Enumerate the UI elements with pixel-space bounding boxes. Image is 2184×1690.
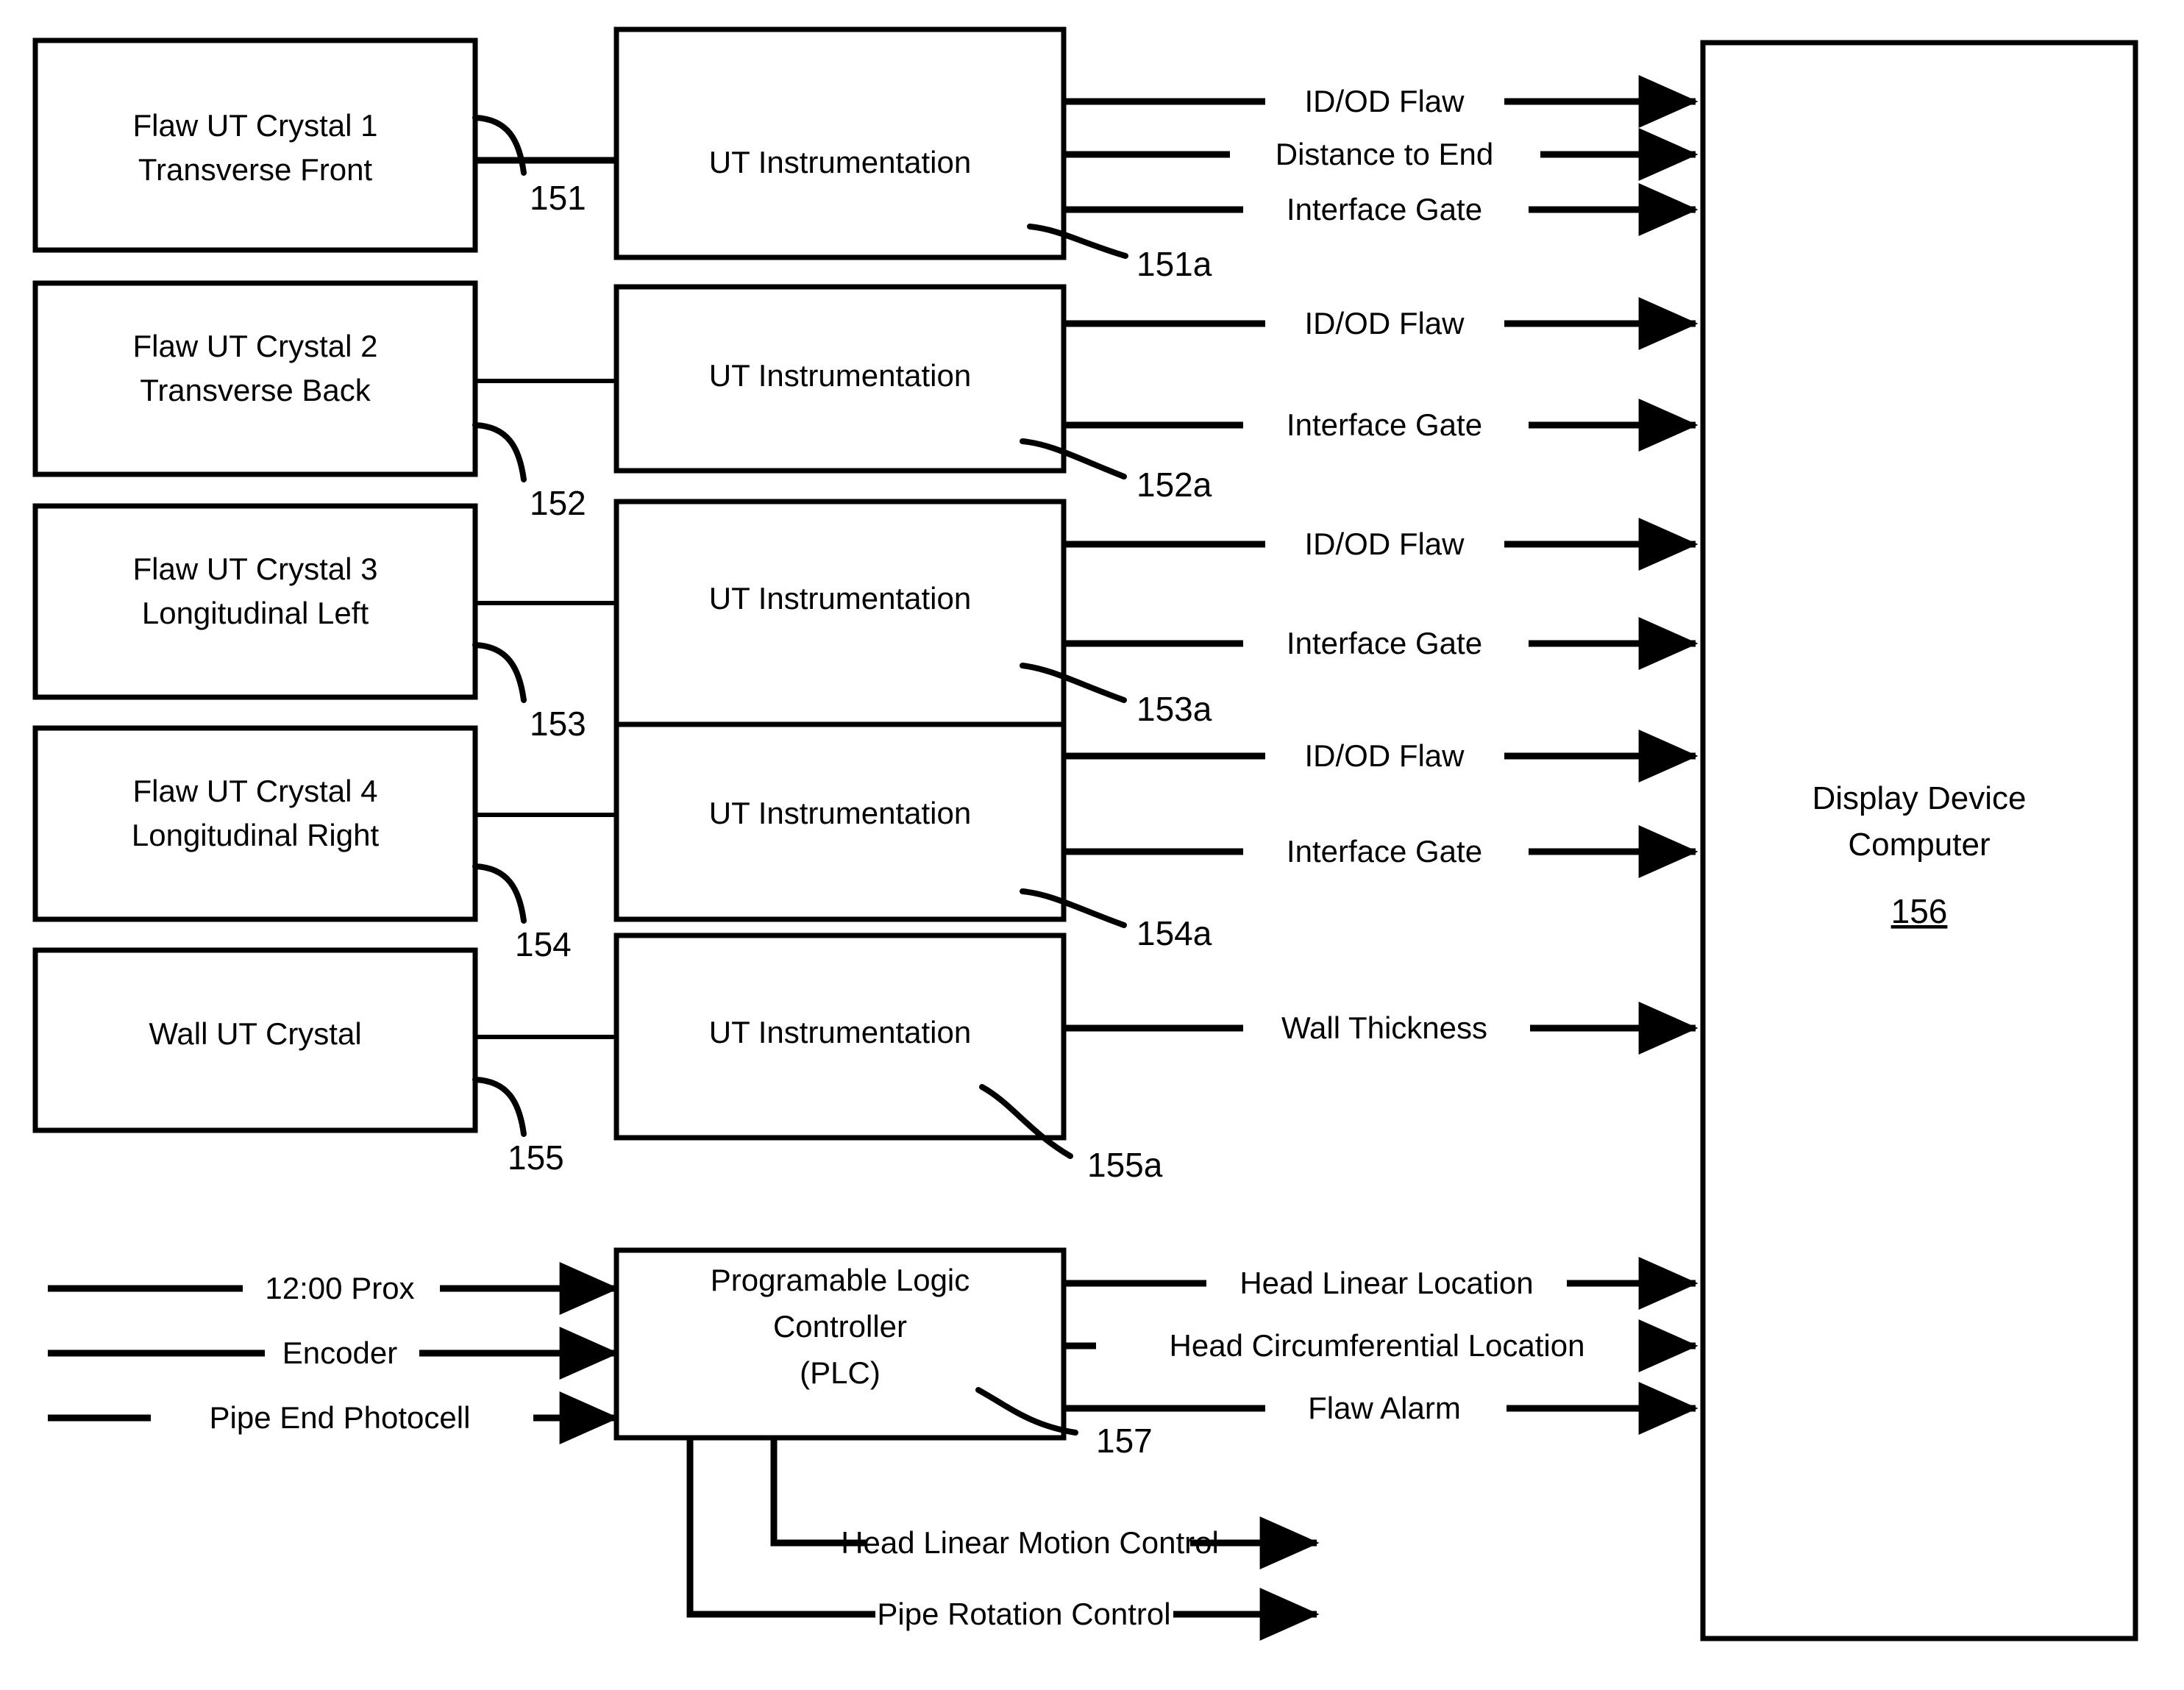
sensor-box-1-line1: Flaw UT Crystal 1 [133,108,378,143]
sensor-box-1-line2: Transverse Front [138,152,373,187]
signal-label-interface-gate-1: Interface Gate [1287,192,1482,227]
sensor-box-2-line1: Flaw UT Crystal 2 [133,329,378,363]
plc-control-label-pipe-rotation: Pipe Rotation Control [877,1597,1170,1631]
instrument-box-3: UT Instrumentation [613,499,1067,734]
signal-label-wall-thickness: Wall Thickness [1281,1010,1487,1045]
lead-curve-154 [472,863,527,924]
signal-label-distance-to-end: Distance to End [1276,137,1494,171]
lead-curve-153 [472,642,527,703]
ref-number-155: 155 [508,1138,564,1177]
instrument-box-2: UT Instrumentation [613,284,1067,474]
signal-row-id-od-flaw-1: ID/OD Flaw [1064,75,1699,128]
sensor-box-4-line1: Flaw UT Crystal 4 [133,774,378,808]
ref-number-151a: 151a [1137,245,1212,283]
signal-row-interface-gate-4: Interface Gate [1064,825,1699,878]
ref-number-152a: 152a [1137,466,1212,504]
signal-label-id-od-flaw-1: ID/OD Flaw [1304,84,1465,118]
sensor-box-5: Wall UT Crystal [32,947,478,1133]
ut-inspection-block-diagram: Flaw UT Crystal 1 Transverse Front 151 F… [0,0,2184,1690]
ref-number-153: 153 [530,705,586,743]
lead-curve-155 [472,1077,527,1137]
signal-label-id-od-flaw-3: ID/OD Flaw [1304,527,1465,561]
ref-number-157: 157 [1096,1422,1153,1460]
signal-row-interface-gate-3: Interface Gate [1064,617,1699,670]
signal-row-id-od-flaw-3: ID/OD Flaw [1064,518,1699,571]
display-device-ref: 156 [1891,892,1948,930]
signal-label-interface-gate-2: Interface Gate [1287,407,1482,442]
ref-number-154: 154 [515,925,572,963]
instrument-box-1-label: UT Instrumentation [709,145,971,179]
plc-input-label-pipe-end-photocell: Pipe End Photocell [210,1400,471,1435]
lead-curve-151 [472,115,527,176]
plc-input-encoder: Encoder [48,1327,619,1380]
plc-input-label-encoder: Encoder [282,1336,397,1370]
sensor-box-1: Flaw UT Crystal 1 Transverse Front [32,38,478,253]
sensor-box-3-line1: Flaw UT Crystal 3 [133,552,378,586]
plc-line2: Controller [773,1309,907,1344]
plc-output-label-flaw-alarm: Flaw Alarm [1308,1391,1461,1425]
instrument-box-4-label: UT Instrumentation [709,796,971,830]
instrument-box-4: UT Instrumentation [613,721,1067,922]
sensor-box-4: Flaw UT Crystal 4 Longitudinal Right [32,725,478,922]
signal-label-id-od-flaw-4: ID/OD Flaw [1304,738,1465,773]
ref-number-155a: 155a [1087,1146,1163,1184]
signal-row-distance-to-end: Distance to End [1064,128,1699,181]
ref-number-152: 152 [530,484,586,522]
instrument-box-1: UT Instrumentation [613,26,1067,260]
plc-output-label-head-linear-location: Head Linear Location [1239,1266,1533,1300]
plc-input-label-12-prox: 12:00 Prox [265,1271,414,1305]
lead-curve-152 [472,422,527,482]
signal-label-interface-gate-4: Interface Gate [1287,834,1482,869]
plc-line1: Programable Logic [711,1263,970,1297]
signal-row-wall-thickness: Wall Thickness [1064,1002,1699,1055]
sensor-box-2-line2: Transverse Back [140,373,371,407]
sensor-box-2: Flaw UT Crystal 2 Transverse Back [32,280,478,477]
signal-label-id-od-flaw-2: ID/OD Flaw [1304,306,1465,341]
signal-row-interface-gate-1: Interface Gate [1064,183,1699,236]
instrument-box-5-label: UT Instrumentation [709,1015,971,1049]
ref-number-153a: 153a [1137,690,1212,728]
plc-input-12-prox: 12:00 Prox [48,1262,619,1315]
sensor-box-4-line2: Longitudinal Right [132,818,380,852]
instrument-box-3-label: UT Instrumentation [709,581,971,616]
plc-control-label-head-linear-motion: Head Linear Motion Control [841,1525,1219,1560]
signal-label-interface-gate-3: Interface Gate [1287,626,1482,660]
signal-row-id-od-flaw-2: ID/OD Flaw [1064,297,1699,350]
display-device-line1: Display Device [1813,780,2027,816]
instrument-box-5: UT Instrumentation [613,933,1067,1141]
plc-output-flaw-alarm: Flaw Alarm [1064,1382,1699,1435]
plc-input-pipe-end-photocell: Pipe End Photocell [48,1391,619,1444]
plc-output-label-head-circumferential-location: Head Circumferential Location [1170,1328,1585,1363]
plc-output-head-linear-location: Head Linear Location [1064,1257,1699,1310]
signal-row-id-od-flaw-4: ID/OD Flaw [1064,730,1699,782]
signal-row-interface-gate-2: Interface Gate [1064,399,1699,452]
ref-number-154a: 154a [1137,914,1212,952]
sensor-box-5-line1: Wall UT Crystal [149,1016,361,1051]
sensor-box-3: Flaw UT Crystal 3 Longitudinal Left [32,503,478,700]
plc-box: Programable Logic Controller (PLC) [613,1247,1067,1441]
ref-number-151: 151 [530,179,586,217]
sensor-box-3-line2: Longitudinal Left [142,596,369,630]
plc-control-head-linear-motion: Head Linear Motion Control [770,1438,1320,1569]
plc-line3: (PLC) [800,1355,881,1390]
display-device-line2: Computer [1848,827,1990,863]
plc-output-head-circumferential-location: Head Circumferential Location [1064,1319,1699,1372]
display-device-computer-box: Display Device Computer 156 [1700,40,2138,1641]
instrument-box-2-label: UT Instrumentation [709,358,971,393]
